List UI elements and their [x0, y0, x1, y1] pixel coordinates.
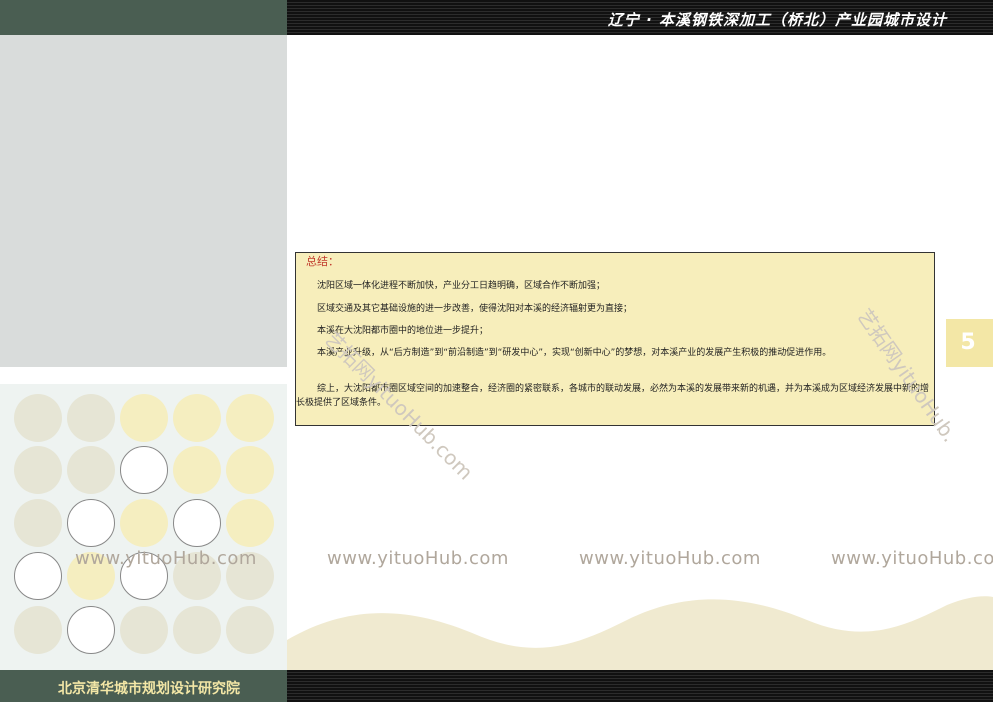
- dot: [67, 446, 115, 494]
- dot-outline: [173, 499, 221, 547]
- footer-right-bar: [287, 670, 993, 702]
- dot-outline: [67, 606, 115, 654]
- decorative-wave: [287, 596, 993, 670]
- dot: [14, 606, 62, 654]
- footer-left-bar: 北京清华城市规划设计研究院: [0, 670, 287, 702]
- footer-organization: 北京清华城市规划设计研究院: [58, 681, 240, 697]
- watermark-text: www.yituoHub.com: [327, 548, 509, 569]
- dot: [226, 499, 274, 547]
- dot: [173, 606, 221, 654]
- decorative-dot-pattern: [0, 384, 287, 670]
- watermark-text: www.yituoHub.com: [831, 548, 993, 569]
- dot: [14, 394, 62, 442]
- page-number-tab: 5: [946, 319, 993, 367]
- dot-outline: [14, 552, 62, 600]
- summary-paragraph-4: 本溪产业升级，从“后方制造”到“前沿制造”到“研发中心”，实现“创新中心”的梦想…: [317, 348, 832, 358]
- dot: [226, 606, 274, 654]
- summary-paragraph-1: 沈阳区域一体化进程不断加快，产业分工日趋明确，区域合作不断加强；: [317, 281, 606, 291]
- page-number: 5: [960, 330, 976, 355]
- dot: [14, 499, 62, 547]
- dot: [173, 446, 221, 494]
- dot: [67, 394, 115, 442]
- side-image-placeholder: [0, 35, 287, 367]
- watermark-text: www.yituoHub.com: [579, 548, 761, 569]
- summary-paragraph-3: 本溪在大沈阳都市圈中的地位进一步提升；: [317, 326, 489, 336]
- dot-outline: [67, 499, 115, 547]
- dot: [226, 394, 274, 442]
- header-title: 辽宁 · 本溪钢铁深加工（桥北）产业园城市设计: [607, 11, 947, 29]
- watermark-text: www.yituoHub.com: [75, 548, 257, 569]
- header-left-bar: [0, 0, 287, 35]
- summary-paragraph-2: 区域交通及其它基础设施的进一步改善，使得沈阳对本溪的经济辐射更为直接；: [317, 304, 633, 314]
- dot: [14, 446, 62, 494]
- dot: [226, 446, 274, 494]
- header-right-bar: 辽宁 · 本溪钢铁深加工（桥北）产业园城市设计: [287, 0, 993, 35]
- dot-outline: [120, 446, 168, 494]
- dot: [120, 499, 168, 547]
- dot: [120, 606, 168, 654]
- dot: [120, 394, 168, 442]
- summary-title: 总结：: [306, 255, 339, 268]
- dot: [173, 394, 221, 442]
